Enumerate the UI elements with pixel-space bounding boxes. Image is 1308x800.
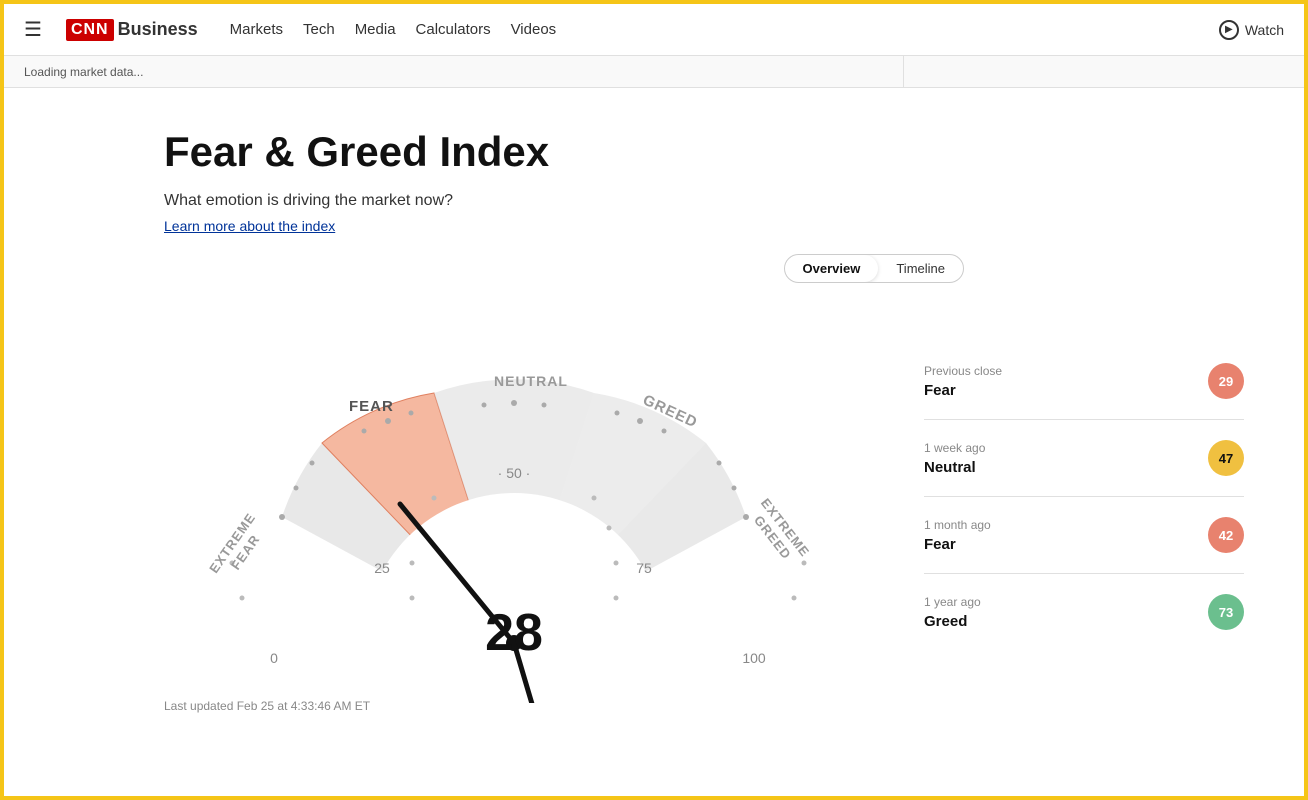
watch-label: Watch xyxy=(1245,22,1284,38)
tab-group: Overview Timeline xyxy=(784,254,964,283)
stat-sentiment: Greed xyxy=(924,613,981,630)
stat-badge: 47 xyxy=(1208,440,1244,476)
stat-item: Previous close Fear 29 xyxy=(924,363,1244,420)
stat-text: 1 month ago Fear xyxy=(924,518,991,553)
svg-text:25: 25 xyxy=(374,560,390,576)
navbar: ☰ CNN Business Markets Tech Media Calcul… xyxy=(4,4,1304,56)
ticker-divider xyxy=(903,56,904,87)
ticker-bar: Loading market data... xyxy=(4,56,1304,88)
nav-logo: CNN Business xyxy=(66,19,198,41)
nav-videos[interactable]: Videos xyxy=(511,21,557,38)
gauge-section: 0 25 · 50 · 75 100 xyxy=(164,303,1244,703)
cnn-logo-text: CNN xyxy=(66,19,114,41)
stats-panel: Previous close Fear 29 1 week ago Neutra… xyxy=(924,303,1244,670)
business-label: Business xyxy=(118,19,198,40)
tab-timeline[interactable]: Timeline xyxy=(878,255,963,282)
gauge-container: 0 25 · 50 · 75 100 xyxy=(164,303,864,703)
stat-period: 1 year ago xyxy=(924,595,981,609)
watch-icon: ▶ xyxy=(1219,20,1239,40)
label-neutral: NEUTRAL xyxy=(494,373,568,389)
stat-period: 1 month ago xyxy=(924,518,991,532)
stat-period: 1 week ago xyxy=(924,441,985,455)
stat-badge: 42 xyxy=(1208,517,1244,553)
stat-sentiment: Neutral xyxy=(924,459,985,476)
svg-text:· 50 ·: · 50 · xyxy=(498,465,531,481)
stat-period: Previous close xyxy=(924,364,1002,378)
nav-media[interactable]: Media xyxy=(355,21,396,38)
nav-links: Markets Tech Media Calculators Videos xyxy=(230,21,557,39)
svg-text:100: 100 xyxy=(742,650,766,666)
stat-sentiment: Fear xyxy=(924,536,991,553)
nav-tech[interactable]: Tech xyxy=(303,21,335,38)
hamburger-icon[interactable]: ☰ xyxy=(24,17,42,42)
stat-item: 1 month ago Fear 42 xyxy=(924,517,1244,574)
svg-text:75: 75 xyxy=(636,560,652,576)
tab-overview[interactable]: Overview xyxy=(785,255,879,282)
stat-text: 1 week ago Neutral xyxy=(924,441,985,476)
stat-item: 1 week ago Neutral 47 xyxy=(924,440,1244,497)
learn-more-link[interactable]: Learn more about the index xyxy=(164,218,335,234)
stat-badge: 73 xyxy=(1208,594,1244,630)
stat-item: 1 year ago Greed 73 xyxy=(924,594,1244,650)
stat-sentiment: Fear xyxy=(924,382,1002,399)
label-fear: FEAR xyxy=(349,398,394,415)
ticker-content: Loading market data... xyxy=(4,65,163,79)
page-subtitle: What emotion is driving the market now? xyxy=(164,192,1244,210)
main-content: Fear & Greed Index What emotion is drivi… xyxy=(4,88,1304,723)
stat-text: 1 year ago Greed xyxy=(924,595,981,630)
gauge-current-value: 28 xyxy=(485,603,543,663)
page-title: Fear & Greed Index xyxy=(164,128,1244,176)
stat-badge: 29 xyxy=(1208,363,1244,399)
svg-text:0: 0 xyxy=(270,650,278,666)
nav-calculators[interactable]: Calculators xyxy=(416,21,491,38)
last-updated: Last updated Feb 25 at 4:33:46 AM ET xyxy=(164,699,370,713)
nav-watch[interactable]: ▶ Watch xyxy=(1219,20,1284,40)
tab-controls: Overview Timeline xyxy=(164,254,1244,283)
nav-markets[interactable]: Markets xyxy=(230,21,283,38)
stat-text: Previous close Fear xyxy=(924,364,1002,399)
